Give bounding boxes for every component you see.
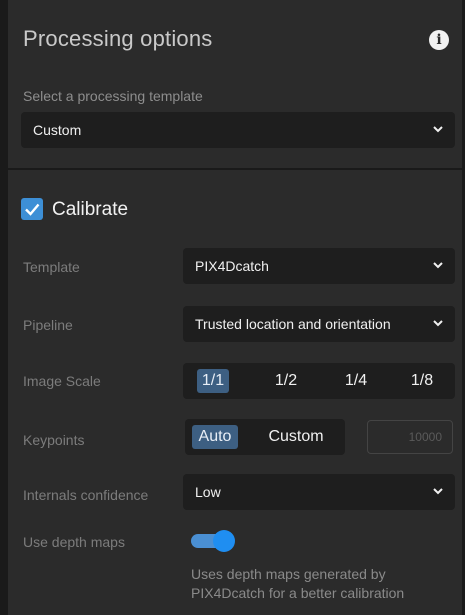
template-select[interactable]: PIX4Dcatch <box>183 248 455 284</box>
keypoints-option-custom[interactable]: Custom <box>259 425 333 449</box>
chevron-down-icon <box>433 260 443 270</box>
chevron-down-icon <box>433 486 443 496</box>
keypoints-segmented-control: Auto Custom <box>185 419 345 455</box>
image-scale-option-1-8[interactable]: 1/8 <box>405 369 439 393</box>
keypoints-label: Keypoints <box>23 432 85 448</box>
image-scale-segmented-control: 1/1 1/2 1/4 1/8 <box>183 363 455 399</box>
toggle-knob <box>213 530 235 552</box>
pipeline-select[interactable]: Trusted location and orientation <box>183 306 455 342</box>
internals-confidence-select[interactable]: Low <box>183 474 455 510</box>
keypoints-count-input[interactable]: 10000 <box>367 420 453 454</box>
chevron-down-icon <box>433 318 443 328</box>
processing-template-label: Select a processing template <box>23 88 203 104</box>
use-depth-maps-label: Use depth maps <box>23 534 125 550</box>
chevron-down-icon <box>433 124 443 134</box>
panel-title: Processing options <box>23 26 213 51</box>
processing-template-select[interactable]: Custom <box>21 112 455 148</box>
template-label: Template <box>23 259 80 275</box>
use-depth-maps-toggle[interactable] <box>191 530 235 552</box>
image-scale-option-1-1[interactable]: 1/1 <box>197 369 229 393</box>
internals-confidence-label: Internals confidence <box>23 487 149 503</box>
image-scale-label: Image Scale <box>23 373 101 389</box>
template-value: PIX4Dcatch <box>195 258 269 274</box>
processing-template-value: Custom <box>33 122 82 138</box>
processing-options-panel: Processing options i Select a processing… <box>8 0 462 615</box>
calibrate-label: Calibrate <box>52 199 129 220</box>
image-scale-option-1-4[interactable]: 1/4 <box>339 369 373 393</box>
image-scale-option-1-2[interactable]: 1/2 <box>269 369 303 393</box>
section-divider <box>8 168 462 170</box>
internals-confidence-value: Low <box>195 484 221 500</box>
pipeline-label: Pipeline <box>23 317 73 333</box>
calibrate-checkbox[interactable] <box>21 198 43 220</box>
use-depth-maps-description: Uses depth maps generated by PIX4Dcatch … <box>191 566 405 601</box>
checkmark-icon <box>25 203 40 216</box>
keypoints-option-auto[interactable]: Auto <box>192 425 238 449</box>
panel-header: Processing options i Select a processing… <box>8 0 462 168</box>
pipeline-value: Trusted location and orientation <box>195 316 391 332</box>
info-icon[interactable]: i <box>429 30 449 50</box>
